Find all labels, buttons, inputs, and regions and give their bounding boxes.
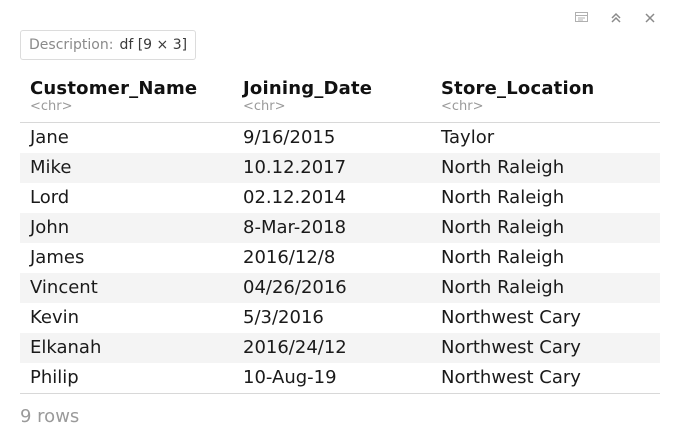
column-name: Store_Location	[441, 78, 595, 99]
cell-store-location: Northwest Cary	[441, 307, 581, 328]
show-in-window-button[interactable]	[571, 8, 593, 28]
description-value: df [9 × 3]	[119, 37, 188, 53]
table-row: Philip 10-Aug-19 Northwest Cary	[20, 363, 660, 393]
column-type: <chr>	[243, 99, 286, 114]
filter-icon	[575, 12, 588, 22]
dataframe-description: Description: df [9 × 3]	[20, 30, 197, 60]
cell-store-location: North Raleigh	[441, 187, 565, 208]
cell-joining-date: 10.12.2017	[243, 157, 347, 178]
output-toolbar	[571, 8, 661, 28]
table-row: Kevin 5/3/2016 Northwest Cary	[20, 303, 660, 333]
column-name: Customer_Name	[30, 78, 198, 99]
table-row: John 8-Mar-2018 North Raleigh	[20, 213, 660, 243]
cell-store-location: Taylor	[441, 127, 495, 148]
table-row: Lord 02.12.2014 North Raleigh	[20, 183, 660, 213]
table-row: Jane 9/16/2015 Taylor	[20, 123, 660, 153]
table-row: Vincent 04/26/2016 North Raleigh	[20, 273, 660, 303]
description-label: Description:	[29, 37, 114, 53]
cell-store-location: North Raleigh	[441, 247, 565, 268]
cell-customer-name: Lord	[30, 187, 70, 208]
close-icon	[645, 13, 655, 23]
table-row: Mike 10.12.2017 North Raleigh	[20, 153, 660, 183]
cell-customer-name: Vincent	[30, 277, 98, 298]
cell-store-location: North Raleigh	[441, 157, 565, 178]
cell-store-location: North Raleigh	[441, 277, 565, 298]
table-row: James 2016/12/8 North Raleigh	[20, 243, 660, 273]
cell-joining-date: 02.12.2014	[243, 187, 347, 208]
table-footer-divider	[20, 393, 660, 394]
column-header-customer-name[interactable]: Customer_Name <chr>	[30, 78, 197, 114]
cell-store-location: North Raleigh	[441, 217, 565, 238]
cell-store-location: Northwest Cary	[441, 367, 581, 388]
cell-customer-name: James	[30, 247, 85, 268]
cell-joining-date: 2016/12/8	[243, 247, 336, 268]
column-name: Joining_Date	[243, 78, 373, 99]
cell-customer-name: Philip	[30, 367, 79, 388]
cell-customer-name: Jane	[30, 127, 69, 148]
column-header-joining-date[interactable]: Joining_Date <chr>	[243, 78, 372, 114]
cell-store-location: Northwest Cary	[441, 337, 581, 358]
row-count: 9 rows	[20, 406, 80, 427]
collapse-output-button[interactable]	[605, 8, 627, 28]
collapse-icon	[611, 12, 621, 23]
cell-customer-name: Mike	[30, 157, 72, 178]
column-type: <chr>	[441, 99, 484, 114]
table-row: Elkanah 2016/24/12 Northwest Cary	[20, 333, 660, 363]
cell-joining-date: 10-Aug-19	[243, 367, 337, 388]
cell-joining-date: 9/16/2015	[243, 127, 336, 148]
table-header: Customer_Name <chr> Joining_Date <chr> S…	[20, 78, 660, 123]
cell-joining-date: 8-Mar-2018	[243, 217, 347, 238]
cell-customer-name: Elkanah	[30, 337, 102, 358]
clear-output-button[interactable]	[639, 8, 661, 28]
cell-customer-name: Kevin	[30, 307, 80, 328]
cell-joining-date: 5/3/2016	[243, 307, 324, 328]
column-header-store-location[interactable]: Store_Location <chr>	[441, 78, 594, 114]
cell-joining-date: 2016/24/12	[243, 337, 347, 358]
column-type: <chr>	[30, 99, 73, 114]
cell-joining-date: 04/26/2016	[243, 277, 347, 298]
cell-customer-name: John	[30, 217, 70, 238]
dataframe-table: Customer_Name <chr> Joining_Date <chr> S…	[20, 78, 660, 394]
